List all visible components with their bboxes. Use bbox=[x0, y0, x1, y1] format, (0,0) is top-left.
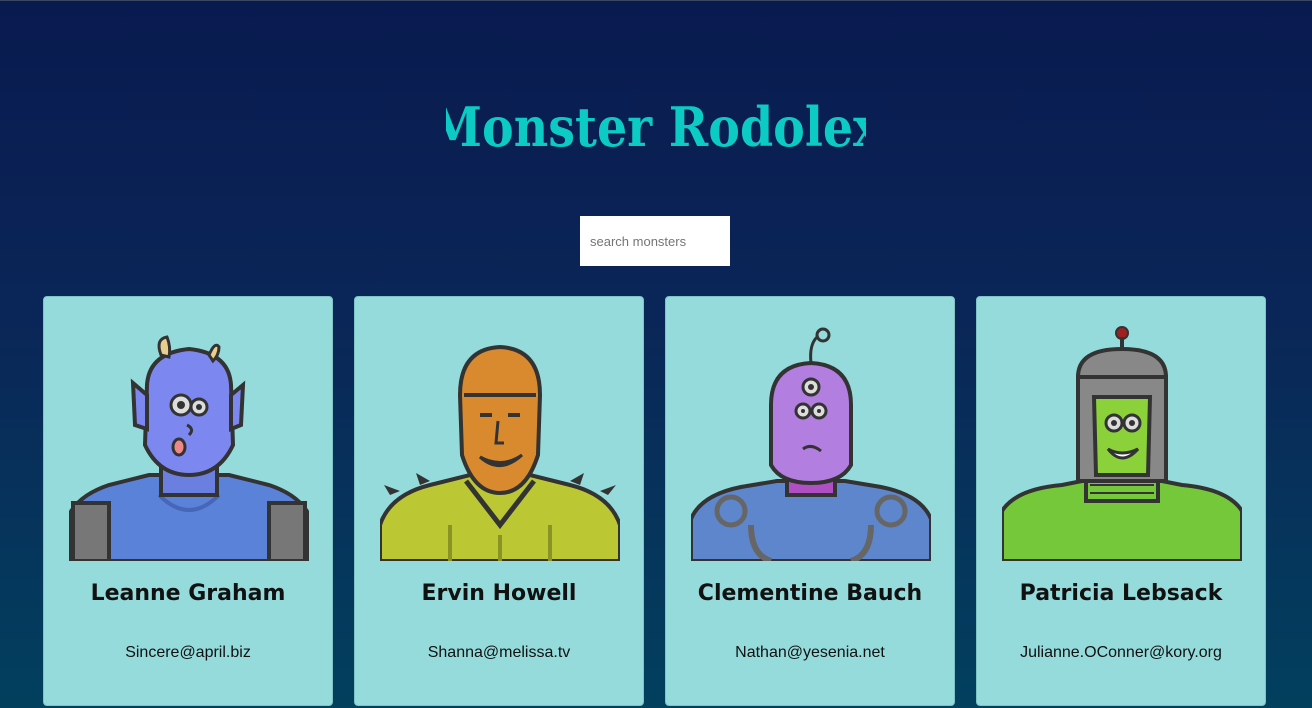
page-header: Monster Rodolex bbox=[0, 84, 1312, 178]
monster-name: Clementine Bauch bbox=[697, 581, 923, 606]
monster-email: Julianne.OConner@kory.org bbox=[1020, 644, 1222, 661]
monster-email: Shanna@melissa.tv bbox=[427, 644, 571, 661]
monster-name: Patricia Lebsack bbox=[1019, 581, 1223, 606]
monster-email: Nathan@yesenia.net bbox=[735, 644, 885, 661]
page-title: Monster Rodolex bbox=[446, 95, 866, 159]
monster-name: Leanne Graham bbox=[90, 581, 286, 606]
green-helmet-monster-icon bbox=[1002, 325, 1242, 561]
monster-email: Sincere@april.biz bbox=[125, 644, 251, 661]
monster-card[interactable]: Ervin Howell Shanna@melissa.tv bbox=[354, 296, 644, 706]
monster-card[interactable]: Patricia Lebsack Julianne.OConner@kory.o… bbox=[976, 296, 1266, 706]
window-top-border bbox=[0, 0, 1312, 1]
monster-card[interactable]: Clementine Bauch Nathan@yesenia.net bbox=[665, 296, 955, 706]
purple-alien-robot-icon bbox=[691, 325, 931, 561]
search-input[interactable] bbox=[580, 216, 730, 266]
blue-horned-monster-icon bbox=[69, 325, 309, 561]
title-graphic: Monster Rodolex bbox=[446, 95, 866, 159]
monster-name: Ervin Howell bbox=[421, 581, 577, 606]
monster-card[interactable]: Leanne Graham Sincere@april.biz bbox=[43, 296, 333, 706]
orange-spiky-monster-icon bbox=[380, 325, 620, 561]
